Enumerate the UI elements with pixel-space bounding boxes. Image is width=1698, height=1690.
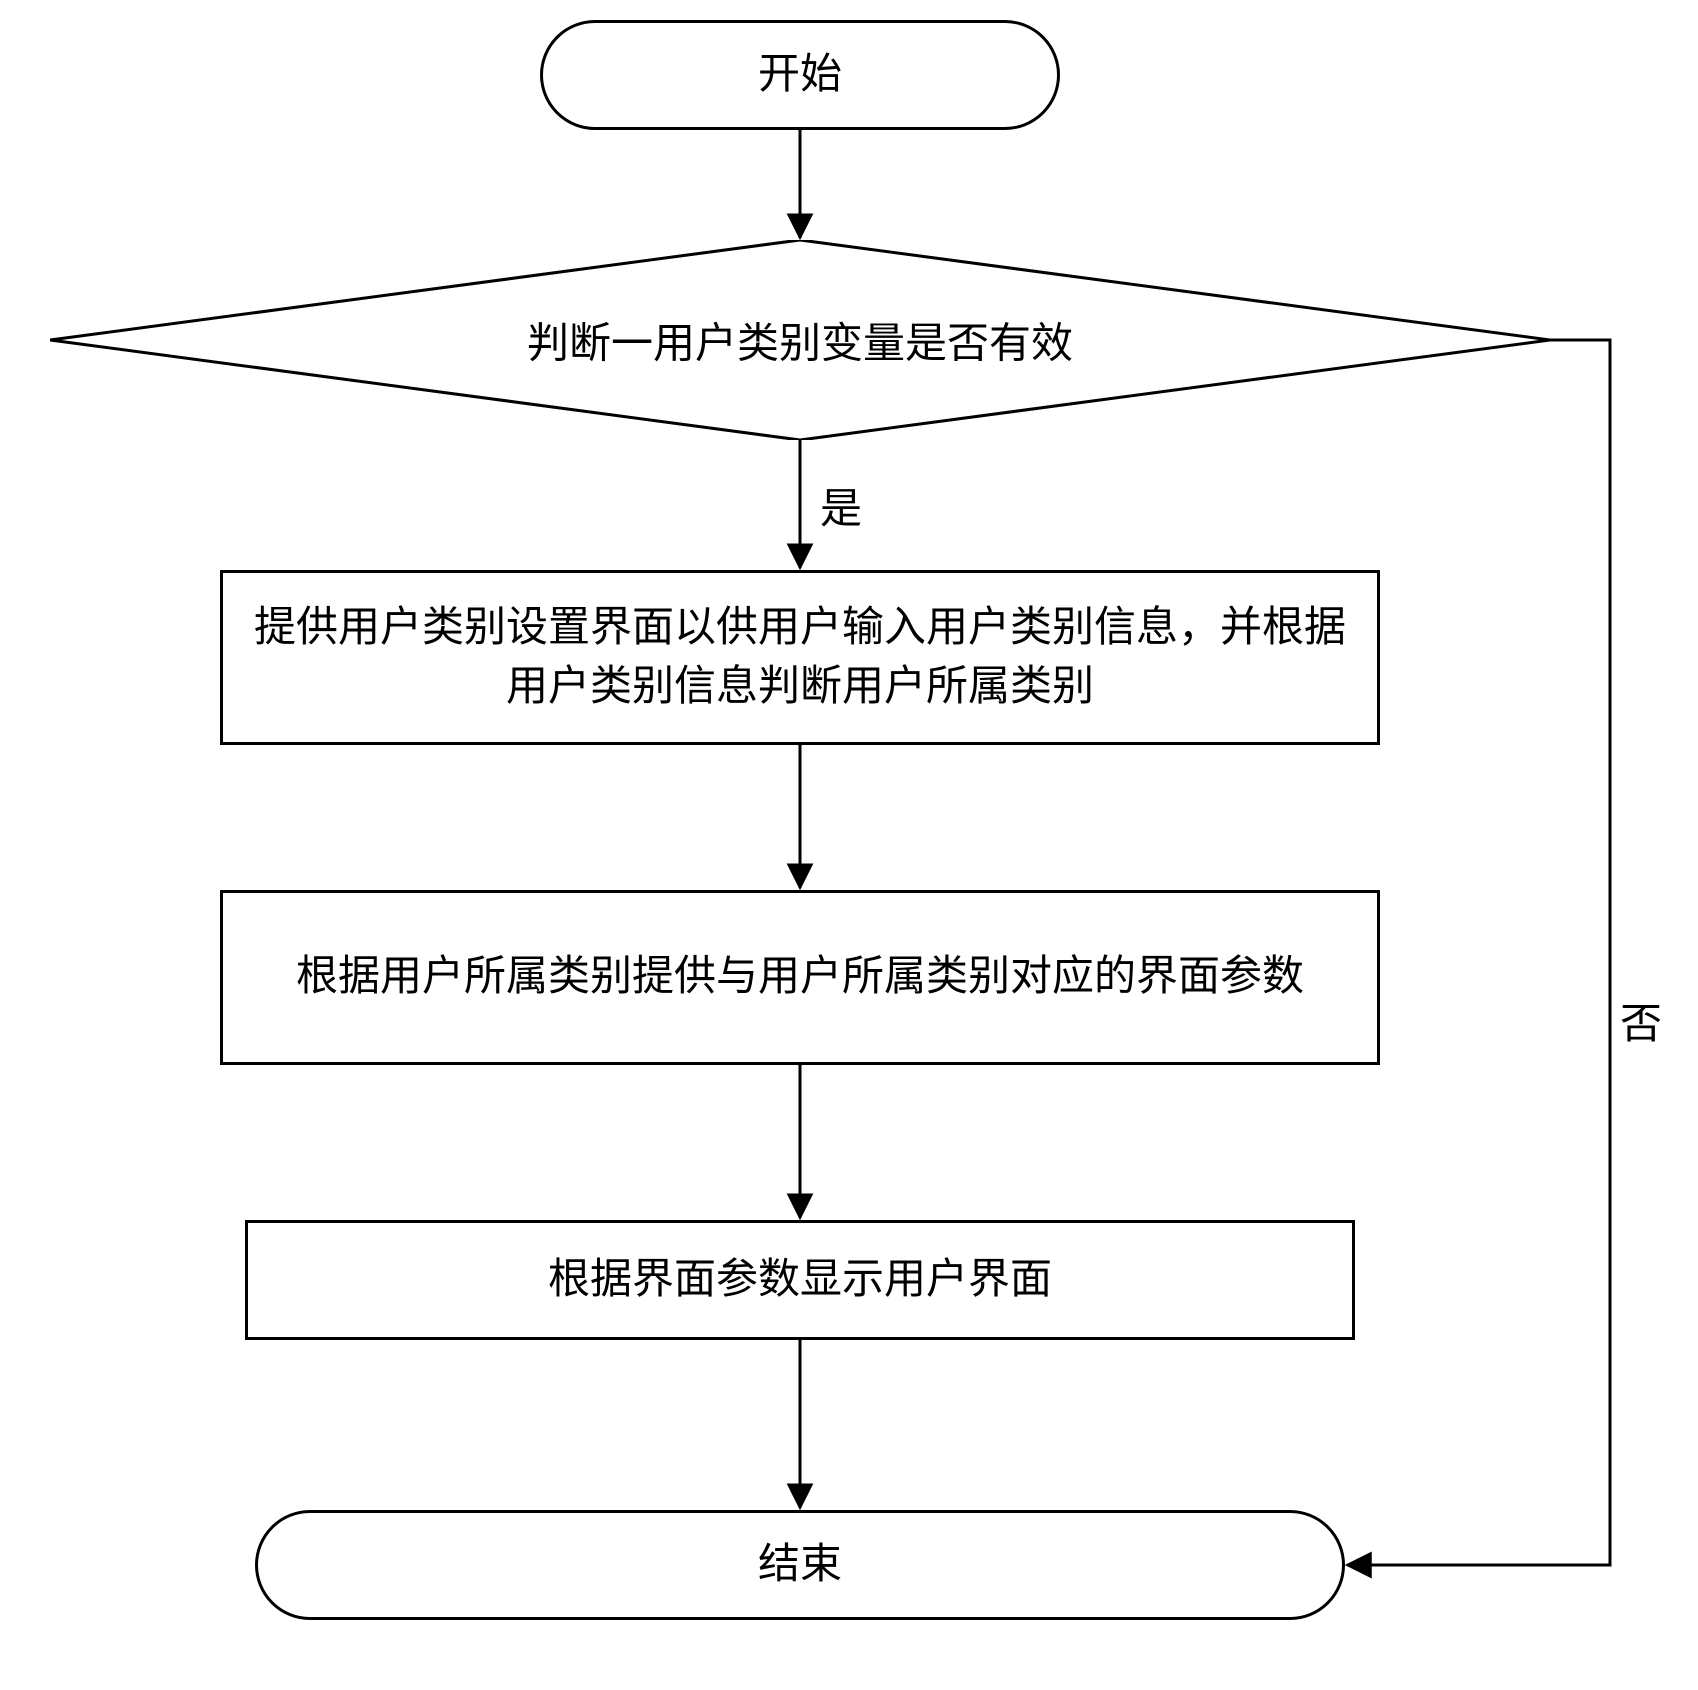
decision-node: 判断一用户类别变量是否有效 — [50, 240, 1550, 440]
no-label: 否 — [1620, 990, 1662, 1051]
step2-node: 根据用户所属类别提供与用户所属类别对应的界面参数 — [220, 890, 1380, 1065]
flowchart: 开始 判断一用户类别变量是否有效 提供用户类别设置界面以供用户输入用户类别信息，… — [20, 20, 1698, 1670]
decision-label: 判断一用户类别变量是否有效 — [50, 310, 1550, 371]
start-label: 开始 — [758, 46, 842, 105]
end-node: 结束 — [255, 1510, 1345, 1620]
start-node: 开始 — [540, 20, 1060, 130]
step3-node: 根据界面参数显示用户界面 — [245, 1220, 1355, 1340]
step2-label: 根据用户所属类别提供与用户所属类别对应的界面参数 — [296, 948, 1304, 1007]
step1-node: 提供用户类别设置界面以供用户输入用户类别信息，并根据用户类别信息判断用户所属类别 — [220, 570, 1380, 745]
yes-label: 是 — [820, 475, 862, 536]
end-label: 结束 — [758, 1536, 842, 1595]
step1-label: 提供用户类别设置界面以供用户输入用户类别信息，并根据用户类别信息判断用户所属类别 — [253, 599, 1347, 717]
step3-label: 根据界面参数显示用户界面 — [548, 1251, 1052, 1310]
